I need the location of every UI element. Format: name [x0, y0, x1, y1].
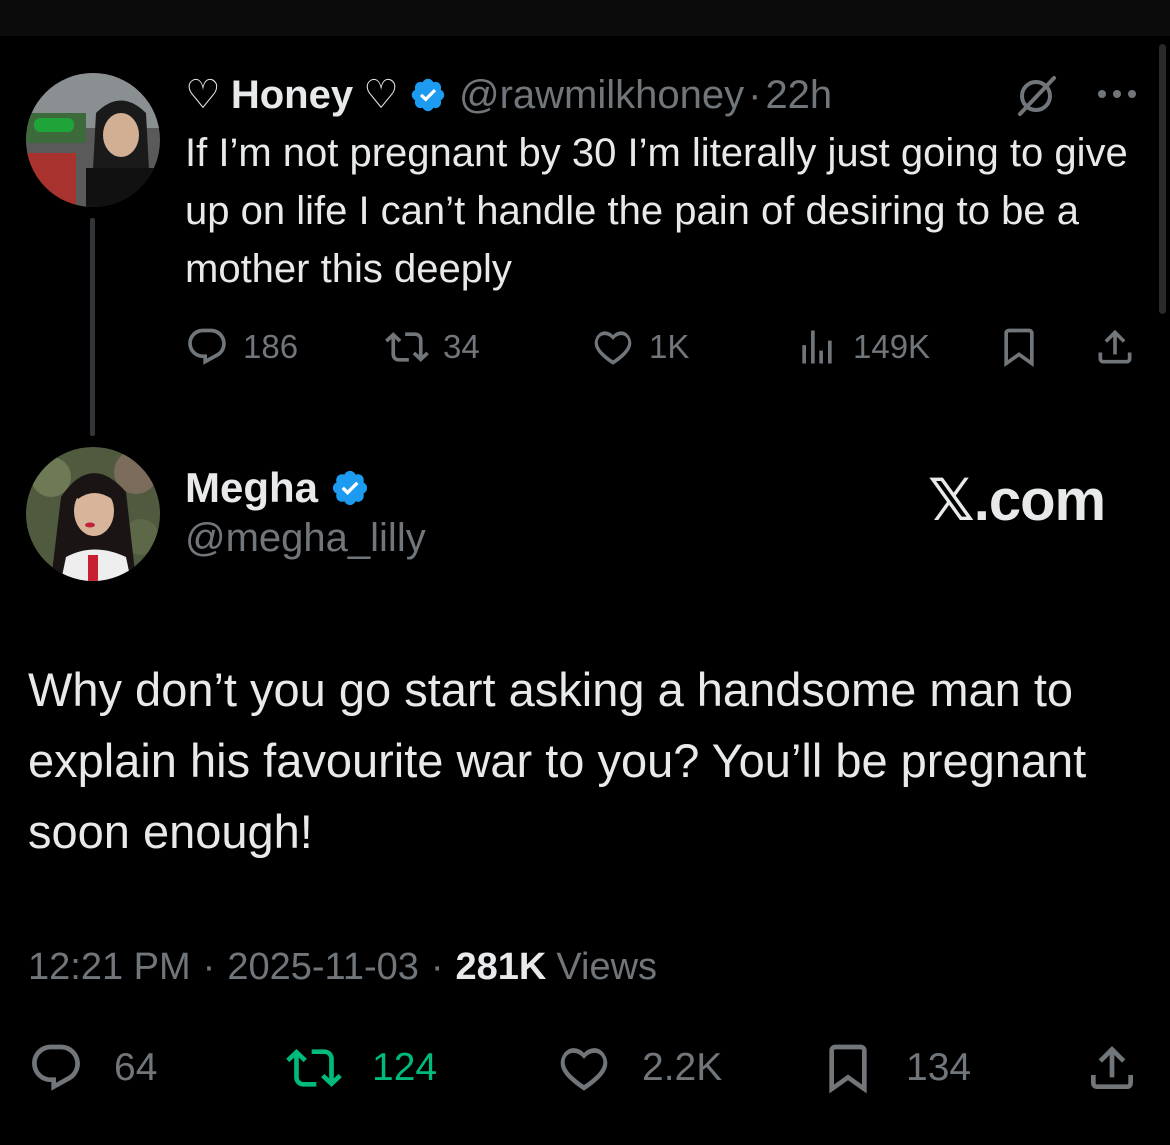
share-icon	[1098, 329, 1132, 364]
separator-dot: ·	[202, 945, 216, 988]
repost-count: 34	[443, 328, 480, 365]
reply-button[interactable]: 186	[185, 322, 298, 372]
bookmark-icon	[829, 1044, 867, 1094]
like-button[interactable]: 2.2K	[556, 1038, 722, 1098]
like-count: 2.2K	[642, 1046, 723, 1089]
parent-tweet-actions: 186 34 1K 149K	[185, 322, 1140, 372]
repost-button[interactable]: 124	[286, 1038, 437, 1098]
share-button[interactable]	[1093, 322, 1151, 372]
thread-connector-line	[90, 218, 95, 436]
avatar-honey[interactable]	[26, 73, 160, 207]
share-button[interactable]	[1084, 1038, 1170, 1098]
views-icon	[802, 330, 832, 364]
author-name[interactable]: Honey	[231, 73, 353, 118]
author-handle[interactable]: @rawmilkhoney	[459, 73, 744, 118]
reply-count: 186	[243, 328, 299, 365]
tweet-meta: 12:21 PM · 2025-11-03 · 281K Views	[28, 942, 657, 992]
grok-icon[interactable]	[1014, 74, 1058, 118]
x-com-watermark: 𝕏.com	[928, 468, 1106, 533]
tweet-time[interactable]: 12:21 PM	[28, 946, 191, 989]
like-count: 1K	[649, 328, 690, 365]
separator-dot: ·	[430, 945, 444, 988]
repost-count: 124	[372, 1046, 438, 1089]
like-button[interactable]: 1K	[591, 322, 689, 372]
main-tweet-actions: 64 124 2.2K 134	[28, 1038, 1148, 1098]
reply-icon	[188, 328, 226, 365]
author-name[interactable]: Megha	[185, 464, 318, 512]
status-bar	[0, 0, 1170, 36]
reply-count: 64	[114, 1046, 158, 1089]
tweet-time[interactable]: 22h	[765, 73, 832, 118]
author-handle[interactable]: @megha_lilly	[185, 516, 426, 561]
share-icon	[1091, 1046, 1133, 1089]
views-button[interactable]: 149K	[795, 322, 930, 372]
more-icon[interactable]	[1094, 84, 1140, 104]
bookmark-button[interactable]: 134	[820, 1038, 971, 1098]
like-icon	[560, 1048, 608, 1091]
bookmark-count: 134	[906, 1046, 972, 1089]
bookmark-icon	[1004, 328, 1034, 368]
reply-icon	[32, 1044, 80, 1091]
reply-button[interactable]: 64	[28, 1038, 157, 1098]
tweet-date[interactable]: 2025-11-03	[227, 946, 419, 989]
verified-badge-icon[interactable]	[409, 76, 447, 114]
separator-dot: ·	[748, 72, 762, 117]
repost-icon	[385, 332, 429, 362]
name-heart-glyph: ♡	[363, 73, 399, 117]
verified-badge-icon[interactable]	[330, 468, 370, 508]
repost-icon	[286, 1049, 342, 1087]
main-tweet-text: Why don’t you go start asking a handsome…	[28, 663, 1087, 858]
bookmark-button[interactable]	[997, 322, 1055, 372]
like-icon	[594, 331, 632, 365]
parent-tweet-text: If I’m not pregnant by 30 I’m literally …	[185, 131, 1128, 291]
author-name-row: Megha	[185, 462, 382, 514]
name-heart-glyph: ♡	[185, 73, 221, 117]
views-count: 149K	[853, 328, 931, 365]
scrollbar[interactable]	[1159, 44, 1166, 314]
avatar-megha[interactable]	[26, 447, 160, 581]
views-label: Views	[556, 945, 658, 988]
views-count[interactable]: 281K	[456, 946, 547, 989]
parent-tweet-header: ♡ Honey ♡ @rawmilkhoney · 22h	[185, 70, 832, 120]
repost-button[interactable]: 34	[385, 322, 480, 372]
